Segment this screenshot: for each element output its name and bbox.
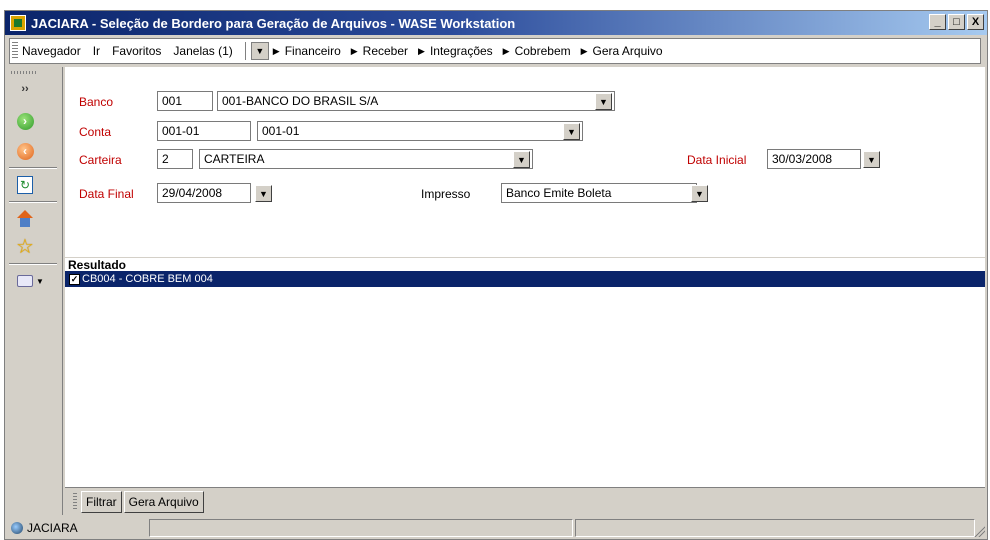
breadcrumb-label: Cobrebem	[514, 44, 571, 58]
chevron-down-icon: ▼	[36, 276, 44, 286]
triangle-right-icon: ▶	[272, 45, 280, 56]
impresso-dropdown-icon[interactable]: ▼	[691, 185, 708, 202]
mail-icon[interactable]: ▼	[15, 271, 47, 291]
triangle-right-icon: ▶	[350, 45, 358, 56]
star-icon[interactable]: ☆	[15, 237, 35, 257]
conta-code-field[interactable]: 001-01	[157, 121, 251, 141]
carteira-dropdown-icon[interactable]: ▼	[513, 151, 530, 168]
breadcrumb-label: Gera Arquivo	[592, 44, 663, 58]
banco-code-field[interactable]: 001	[157, 91, 213, 111]
menu-grip[interactable]	[12, 42, 18, 60]
data-final-label: Data Final	[79, 187, 134, 201]
impresso-select[interactable]: Banco Emite Boleta	[501, 183, 697, 203]
conta-label: Conta	[79, 125, 112, 139]
conta-name-select[interactable]: 001-01	[257, 121, 583, 141]
menu-separator	[244, 42, 247, 60]
app-window: JACIARA - Seleção de Bordero para Geraçã…	[4, 10, 988, 540]
breadcrumb-integracoes[interactable]: ▶ Integrações	[418, 44, 493, 58]
banco-label: Banco	[79, 95, 114, 109]
user-icon	[11, 522, 23, 534]
triangle-right-icon: ▶	[502, 45, 510, 56]
conta-dropdown-icon[interactable]: ▼	[563, 123, 580, 140]
banco-dropdown-icon[interactable]: ▼	[595, 93, 612, 110]
menu-bar: Navegador Ir Favoritos Janelas (1) ▼ ▶ Fi…	[9, 38, 981, 64]
impresso-label: Impresso	[421, 187, 471, 201]
carteira-code-field[interactable]: 2	[157, 149, 193, 169]
data-inicial-label: Data Inicial	[687, 153, 747, 167]
carteira-name-select[interactable]: CARTEIRA	[199, 149, 533, 169]
breadcrumb-label: Financeiro	[284, 44, 341, 58]
back-icon[interactable]: ‹	[15, 141, 35, 161]
list-item[interactable]: ✓ CB004 - COBRE BEM 004	[65, 271, 985, 287]
status-pane-3	[575, 519, 975, 537]
carteira-label: Carteira	[79, 153, 122, 167]
window-controls: _ □ X	[929, 14, 984, 30]
main-panel: Banco 001 001-BANCO DO BRASIL S/A ▼ Cont…	[65, 67, 985, 487]
breadcrumb-receber[interactable]: ▶ Receber	[351, 44, 408, 58]
status-bar: JACIARA	[5, 517, 987, 539]
list-item-label: CB004 - COBRE BEM 004	[82, 273, 213, 285]
bottom-toolbar: Filtrar Gera Arquivo	[65, 487, 985, 515]
status-user-pane: JACIARA	[7, 519, 147, 537]
forward-icon[interactable]: ›	[15, 111, 35, 131]
menu-ir[interactable]: Ir	[93, 44, 100, 58]
banco-name-select[interactable]: 001-BANCO DO BRASIL S/A	[217, 91, 615, 111]
left-toolbar: ›› › ‹ ↻ ☆ ▼	[5, 67, 63, 515]
breadcrumb-label: Integrações	[429, 44, 493, 58]
breadcrumb-gera-arquivo[interactable]: ▶ Gera Arquivo	[581, 44, 663, 58]
toolbar-separator	[9, 167, 57, 169]
menu-favoritos[interactable]: Favoritos	[112, 44, 161, 58]
filtrar-button[interactable]: Filtrar	[81, 490, 122, 513]
data-final-field[interactable]: 29/04/2008	[157, 183, 251, 203]
down-arrow-icon[interactable]: ▼	[250, 42, 269, 60]
gera-arquivo-button[interactable]: Gera Arquivo	[123, 490, 204, 513]
title-bar[interactable]: JACIARA - Seleção de Bordero para Geraçã…	[5, 11, 987, 35]
expand-icon[interactable]: ››	[15, 79, 35, 99]
menu-navegador[interactable]: Navegador	[22, 44, 81, 58]
breadcrumb-label: Receber	[362, 44, 409, 58]
maximize-button[interactable]: □	[948, 14, 965, 30]
breadcrumb-financeiro[interactable]: ▶ Financeiro	[273, 44, 341, 58]
toolbar-separator	[9, 201, 57, 203]
data-final-dropdown-icon[interactable]: ▼	[255, 185, 272, 202]
data-inicial-field[interactable]: 30/03/2008	[767, 149, 861, 169]
status-pane-2	[149, 519, 573, 537]
close-button[interactable]: X	[967, 14, 984, 30]
resize-grip-icon[interactable]	[973, 525, 985, 537]
refresh-icon[interactable]: ↻	[15, 175, 35, 195]
toolbar-grip[interactable]	[11, 71, 37, 74]
home-icon[interactable]	[15, 209, 35, 229]
status-user: JACIARA	[27, 521, 78, 535]
toolbar-grip[interactable]	[73, 492, 77, 511]
triangle-right-icon: ▶	[580, 45, 588, 56]
breadcrumb-cobrebem[interactable]: ▶ Cobrebem	[503, 44, 571, 58]
window-title: JACIARA - Seleção de Bordero para Geraçã…	[31, 15, 516, 31]
menu-janelas[interactable]: Janelas (1)	[173, 44, 232, 58]
triangle-right-icon: ▶	[418, 45, 425, 56]
toolbar-separator	[9, 263, 57, 265]
result-header: Resultado	[65, 257, 985, 272]
app-icon	[10, 15, 26, 31]
minimize-button[interactable]: _	[929, 14, 946, 30]
checkbox[interactable]: ✓	[69, 273, 80, 285]
data-inicial-dropdown-icon[interactable]: ▼	[863, 151, 880, 168]
